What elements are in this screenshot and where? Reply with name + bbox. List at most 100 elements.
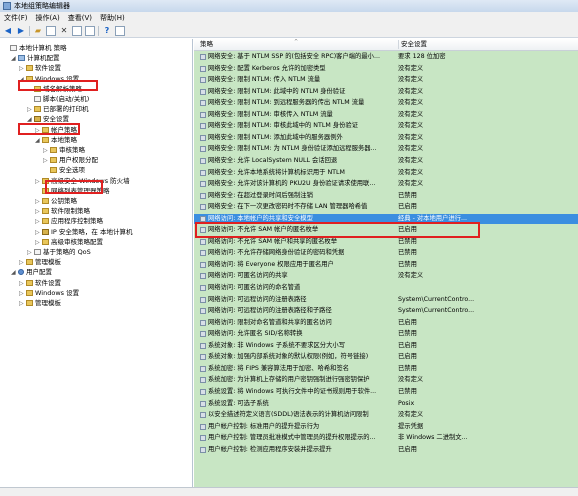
tree-item[interactable]: 本地计算机 策略 [3, 43, 67, 53]
policy-row[interactable]: 网络访问: 不允许 SAM 帐户的匿名枚举 已启用 [194, 225, 578, 235]
policy-row[interactable]: 用户帐户控制: 标准用户的提升提示行为 提示凭据 [194, 422, 578, 432]
policy-setting: 非 Windows 二进制文... [398, 434, 468, 442]
policy-icon [200, 227, 206, 234]
policy-name: 网络安全: 允许对该计算机的 PKU2U 身份验证请求使用联... [208, 180, 376, 188]
tree-item[interactable]: ▷ 高级审核策略配置 [35, 237, 103, 247]
column-header-setting[interactable]: 安全设置 [398, 40, 427, 49]
policy-row[interactable]: 网络安全: 在超过登录时间后强制注销 已禁用 [194, 191, 578, 201]
policy-icon [200, 319, 206, 326]
menu-help[interactable]: 帮助(H) [96, 12, 129, 24]
policy-row[interactable]: 网络访问: 可匿名访问的共享 没有定义 [194, 271, 578, 281]
expanded-icon[interactable]: ◢ [27, 115, 34, 125]
policy-row[interactable]: 网络访问: 可匿名访问的命名管道 [194, 283, 578, 293]
tree-item[interactable]: ▷ 已部署的打印机 [27, 104, 89, 114]
tree-item[interactable]: ▷ 高级安全 Windows 防火墙 [35, 176, 130, 186]
tree-item-label: 审核策略 [59, 146, 85, 154]
tree-item[interactable]: ▷ 公钥策略 [35, 196, 77, 206]
tree-item-label: 高级审核策略配置 [51, 237, 103, 246]
tree-item[interactable]: ▷ 软件限制策略 [35, 206, 90, 216]
policy-row[interactable]: 网络访问: 可远程访问的注册表路径 System\CurrentContro... [194, 295, 578, 305]
tree-item[interactable]: ▷ 软件设置 [19, 278, 61, 288]
expanded-icon[interactable]: ◢ [11, 268, 18, 278]
forward-arrow-icon[interactable]: ▶ [16, 26, 26, 36]
policy-row[interactable]: 网络访问: 限制对命名管道和共享的匿名访问 已启用 [194, 318, 578, 328]
tree-item[interactable]: ▷ IP 安全策略，在 本地计算机 [35, 227, 132, 237]
policy-row[interactable]: 网络访问: 允许匿名 SID/名称转换 已禁用 [194, 329, 578, 339]
tree-item[interactable]: ◢ 用户配置 [11, 267, 52, 277]
policy-row[interactable]: 系统设置: 将 Windows 可执行文件中的证书规则用于软件... 已禁用 [194, 387, 578, 397]
policy-row[interactable]: 网络访问: 不允许存储网络身份验证的密码和凭据 已禁用 [194, 248, 578, 258]
policy-row[interactable]: 以安全描述符定义语言(SDDL)语法表示的计算机访问限制 没有定义 [194, 410, 578, 420]
policy-icon [200, 134, 206, 141]
policy-row[interactable]: 网络安全: 允许本地系统将计算机标识用于 NTLM 没有定义 [194, 168, 578, 178]
properties-icon[interactable] [72, 25, 82, 36]
delete-icon[interactable]: ✕ [59, 26, 69, 36]
tree-item[interactable]: ◢ 本地策略 [35, 135, 77, 145]
tree-item[interactable]: ▷ 基于策略的 QoS [27, 247, 91, 257]
view-icon[interactable] [115, 25, 125, 36]
back-arrow-icon[interactable]: ◀ [3, 26, 13, 36]
tree-item-label: 管理模板 [35, 299, 61, 307]
policy-row[interactable]: 网络安全: 限制 NTLM: 此域中的 NTLM 身份验证 没有定义 [194, 87, 578, 97]
tree-item[interactable]: ▷ 审核策略 [43, 145, 85, 155]
export-icon[interactable] [85, 25, 95, 36]
tree-item[interactable]: ▷ 应用程序控制策略 [35, 216, 103, 226]
tree-item[interactable]: ▷ 软件设置 [19, 63, 61, 73]
tree-item[interactable]: 网络列表管理器策略 [35, 186, 110, 196]
folder-up-icon[interactable]: ▰ [33, 26, 43, 36]
policy-row[interactable]: 系统对象: 非 Windows 子系统不要求区分大小写 已启用 [194, 341, 578, 351]
policy-row[interactable]: 系统设置: 可选子系统 Posix [194, 399, 578, 409]
policy-row[interactable]: 网络访问: 本地帐户的共享和安全模型 经典 - 对本地用户进行... [194, 213, 578, 224]
policy-icon [200, 261, 206, 268]
tree-item[interactable]: 安全选项 [43, 165, 85, 175]
tree-item[interactable]: ◢ 计算机配置 [11, 53, 60, 63]
expanded-icon[interactable]: ◢ [35, 136, 42, 146]
policy-row[interactable]: 网络安全: 限制 NTLM: 审核传入 NTLM 流量 没有定义 [194, 110, 578, 120]
policy-row[interactable]: 网络安全: 限制 NTLM: 传入 NTLM 流量 没有定义 [194, 75, 578, 85]
expanded-icon[interactable]: ◢ [11, 54, 18, 64]
policy-row[interactable]: 系统对象: 加强内部系统对象的默认权限(例如，符号链接) 已启用 [194, 352, 578, 362]
collapsed-icon[interactable]: ▷ [19, 299, 26, 309]
policy-row[interactable]: 网络访问: 将 Everyone 权限应用于匿名用户 已禁用 [194, 260, 578, 270]
menu-file[interactable]: 文件(F) [0, 12, 32, 24]
policy-row[interactable]: 网络访问: 不允许 SAM 帐户和共享的匿名枚举 已禁用 [194, 237, 578, 247]
column-header-policy[interactable]: 策略 [200, 40, 213, 49]
folder-icon [50, 167, 57, 174]
tree-item[interactable]: ▷ 用户权限分配 [43, 155, 98, 165]
policy-row[interactable]: 网络安全: 配置 Kerberos 允许的加密类型 没有定义 [194, 64, 578, 74]
policy-row[interactable]: 网络安全: 允许 LocalSystem NULL 会话回退 没有定义 [194, 156, 578, 166]
tree-item[interactable]: 脚本(启动/关机) [27, 94, 89, 104]
policy-row[interactable]: 网络安全: 限制 NTLM: 添加此域中的服务器例外 没有定义 [194, 133, 578, 143]
policy-row[interactable]: 网络安全: 基于 NTLM SSP 的(包括安全 RPC)客户端的最小... 要求… [194, 52, 578, 62]
show-hide-tree-icon[interactable] [46, 25, 56, 36]
policy-row[interactable]: 系统加密: 将 FIPS 兼容算法用于加密、哈希和签名 已禁用 [194, 364, 578, 374]
tree-item[interactable]: ▷ Windows 设置 [19, 288, 79, 298]
policy-setting: 没有定义 [398, 76, 424, 84]
policy-row[interactable]: 网络安全: 允许对该计算机的 PKU2U 身份验证请求使用联... 没有定义 [194, 179, 578, 189]
menu-action[interactable]: 操作(A) [32, 12, 64, 24]
policy-row[interactable]: 网络安全: 限制 NTLM: 到远程服务器的传出 NTLM 流量 没有定义 [194, 98, 578, 108]
tree-item-label: 网络列表管理器策略 [51, 186, 110, 195]
tree-item-label: 管理模板 [35, 258, 61, 267]
key-icon [42, 228, 49, 235]
policy-row[interactable]: 网络访问: 可远程访问的注册表路径和子路径 System\CurrentContr… [194, 306, 578, 316]
toolbar-separator [29, 25, 30, 36]
tree-item[interactable]: ◢ 安全设置 [27, 114, 69, 124]
tree-item[interactable]: 域名解析策略 [27, 84, 82, 94]
tree-pane: 本地计算机 策略 ◢ 计算机配置 ▷ 软件设置 ◢ Windows 设置 域名解析策略 脚本(启… [0, 39, 193, 495]
policy-row[interactable]: 用户帐户控制: 检测应用程序安装并提示提升 已启用 [194, 445, 578, 455]
policy-row[interactable]: 系统加密: 为计算机上存储的用户密钥强制进行强密钥保护 没有定义 [194, 375, 578, 385]
policy-name: 网络安全: 限制 NTLM: 传入 NTLM 流量 [208, 76, 321, 84]
policy-setting: 已禁用 [398, 364, 417, 372]
policy-row[interactable]: 用户帐户控制: 管理员批准模式中管理员的提升权限提示的... 非 Windows … [194, 433, 578, 443]
tree-item[interactable]: ▷ 管理模板 [19, 257, 61, 267]
tree-item[interactable]: ◢ Windows 设置 [19, 74, 79, 84]
menu-view[interactable]: 查看(V) [64, 12, 96, 24]
help-icon[interactable]: ? [102, 26, 112, 36]
tree-item[interactable]: ▷ 帐户策略 [35, 125, 77, 135]
policy-row[interactable]: 网络安全: 在下一次更改密码时不存储 LAN 管理器哈希值 已启用 [194, 202, 578, 212]
expanded-icon[interactable]: ◢ [19, 75, 26, 85]
tree-item[interactable]: ▷ 管理模板 [19, 298, 61, 308]
policy-row[interactable]: 网络安全: 限制 NTLM: 为 NTLM 身份验证添加远程服务器... 没有定义 [194, 144, 578, 154]
policy-row[interactable]: 网络安全: 限制 NTLM: 审核此域中的 NTLM 身份验证 没有定义 [194, 121, 578, 131]
